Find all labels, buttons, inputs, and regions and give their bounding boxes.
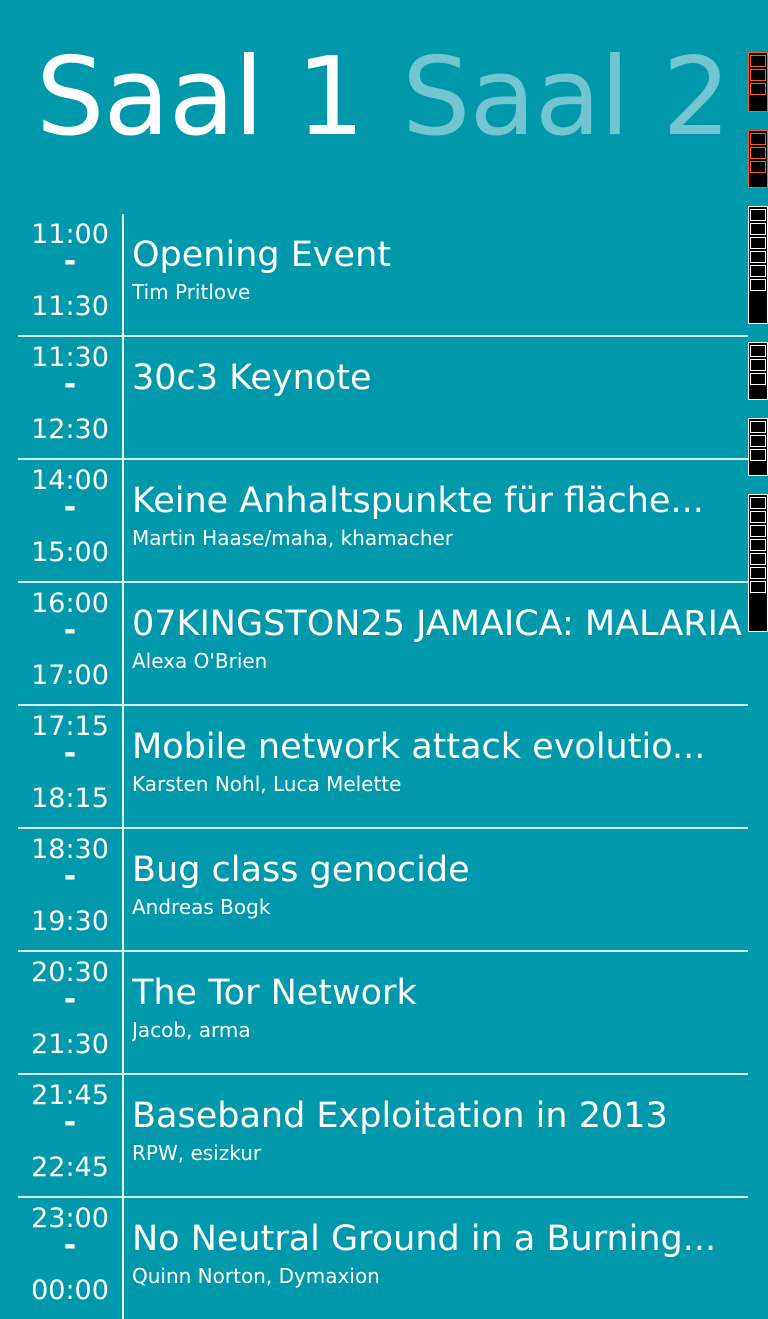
time-slot: 17:15 - 18:15 [18,706,124,827]
time-separator: - [18,739,122,769]
schedule-row[interactable]: 21:45 - 22:45 Baseband Exploitation in 2… [18,1075,748,1198]
time-separator: - [18,985,122,1015]
end-time: 18:15 [18,784,122,814]
talk-info: 30c3 Keynote [132,357,748,401]
talk-title: No Neutral Ground in a Burning... [132,1218,748,1260]
talk-title: Opening Event [132,234,748,276]
frame-counter-icon [748,494,768,632]
talk-speaker: Karsten Nohl, Luca Melette [132,770,748,798]
frame-rate-counter-overlay [748,52,768,650]
time-slot: 11:00 - 11:30 [18,214,124,335]
talk-title: Keine Anhaltspunkte für fläche... [132,480,748,522]
time-slot: 18:30 - 19:30 [18,829,124,950]
talk-speaker: Jacob, arma [132,1016,748,1044]
frame-counter-icon [748,52,768,112]
schedule-row[interactable]: 11:30 - 12:30 30c3 Keynote [18,337,748,460]
talk-speaker: Andreas Bogk [132,893,748,921]
time-slot: 14:00 - 15:00 [18,460,124,581]
talk-title: Baseband Exploitation in 2013 [132,1095,748,1137]
time-separator: - [18,370,122,400]
talk-speaker: Quinn Norton, Dymaxion [132,1262,748,1290]
talk-title: Mobile network attack evolutio... [132,726,748,768]
talk-info: No Neutral Ground in a Burning... Quinn … [132,1218,748,1290]
end-time: 12:30 [18,415,122,445]
talk-info: The Tor Network Jacob, arma [132,972,748,1044]
schedule-list: 11:00 - 11:30 Opening Event Tim Pritlove… [18,214,748,1319]
schedule-row[interactable]: 17:15 - 18:15 Mobile network attack evol… [18,706,748,829]
talk-speaker: RPW, esizkur [132,1139,748,1167]
time-slot: 21:45 - 22:45 [18,1075,124,1196]
end-time: 15:00 [18,538,122,568]
time-separator: - [18,862,122,892]
schedule-row[interactable]: 11:00 - 11:30 Opening Event Tim Pritlove [18,214,748,337]
end-time: 21:30 [18,1030,122,1060]
time-slot: 11:30 - 12:30 [18,337,124,458]
end-time: 11:30 [18,292,122,322]
frame-counter-icon [748,418,768,476]
time-slot: 23:00 - 00:00 [18,1198,124,1319]
talk-info: Bug class genocide Andreas Bogk [132,849,748,921]
time-separator: - [18,493,122,523]
end-time: 00:00 [18,1276,122,1306]
time-separator: - [18,1108,122,1138]
talk-info: Opening Event Tim Pritlove [132,234,748,306]
time-slot: 16:00 - 17:00 [18,583,124,704]
schedule-row[interactable]: 14:00 - 15:00 Keine Anhaltspunkte für fl… [18,460,748,583]
talk-info: Keine Anhaltspunkte für fläche... Martin… [132,480,748,552]
frame-counter-icon [748,206,768,324]
schedule-row[interactable]: 16:00 - 17:00 07KINGSTON25 JAMAICA: MALA… [18,583,748,706]
schedule-row[interactable]: 20:30 - 21:30 The Tor Network Jacob, arm… [18,952,748,1075]
talk-title: 07KINGSTON25 JAMAICA: MALARIA [132,603,748,645]
talk-info: Mobile network attack evolutio... Karste… [132,726,748,798]
end-time: 22:45 [18,1153,122,1183]
time-slot: 20:30 - 21:30 [18,952,124,1073]
talk-title: The Tor Network [132,972,748,1014]
tab-saal-2[interactable]: Saal 2 [402,38,730,158]
talk-info: 07KINGSTON25 JAMAICA: MALARIA Alexa O'Br… [132,603,748,675]
tab-saal-1[interactable]: Saal 1 [36,38,364,158]
talk-speaker: Tim Pritlove [132,278,748,306]
talk-info: Baseband Exploitation in 2013 RPW, esizk… [132,1095,748,1167]
time-separator: - [18,616,122,646]
frame-counter-icon [748,342,768,400]
schedule-row[interactable]: 18:30 - 19:30 Bug class genocide Andreas… [18,829,748,952]
time-separator: - [18,247,122,277]
frame-counter-icon [748,130,768,188]
schedule-row[interactable]: 23:00 - 00:00 No Neutral Ground in a Bur… [18,1198,748,1319]
pivot-header: Saal 1Saal 2Sa [36,38,768,158]
talk-speaker: Martin Haase/maha, khamacher [132,524,748,552]
time-separator: - [18,1231,122,1261]
talk-speaker: Alexa O'Brien [132,647,748,675]
talk-title: 30c3 Keynote [132,357,748,399]
end-time: 17:00 [18,661,122,691]
end-time: 19:30 [18,907,122,937]
talk-title: Bug class genocide [132,849,748,891]
